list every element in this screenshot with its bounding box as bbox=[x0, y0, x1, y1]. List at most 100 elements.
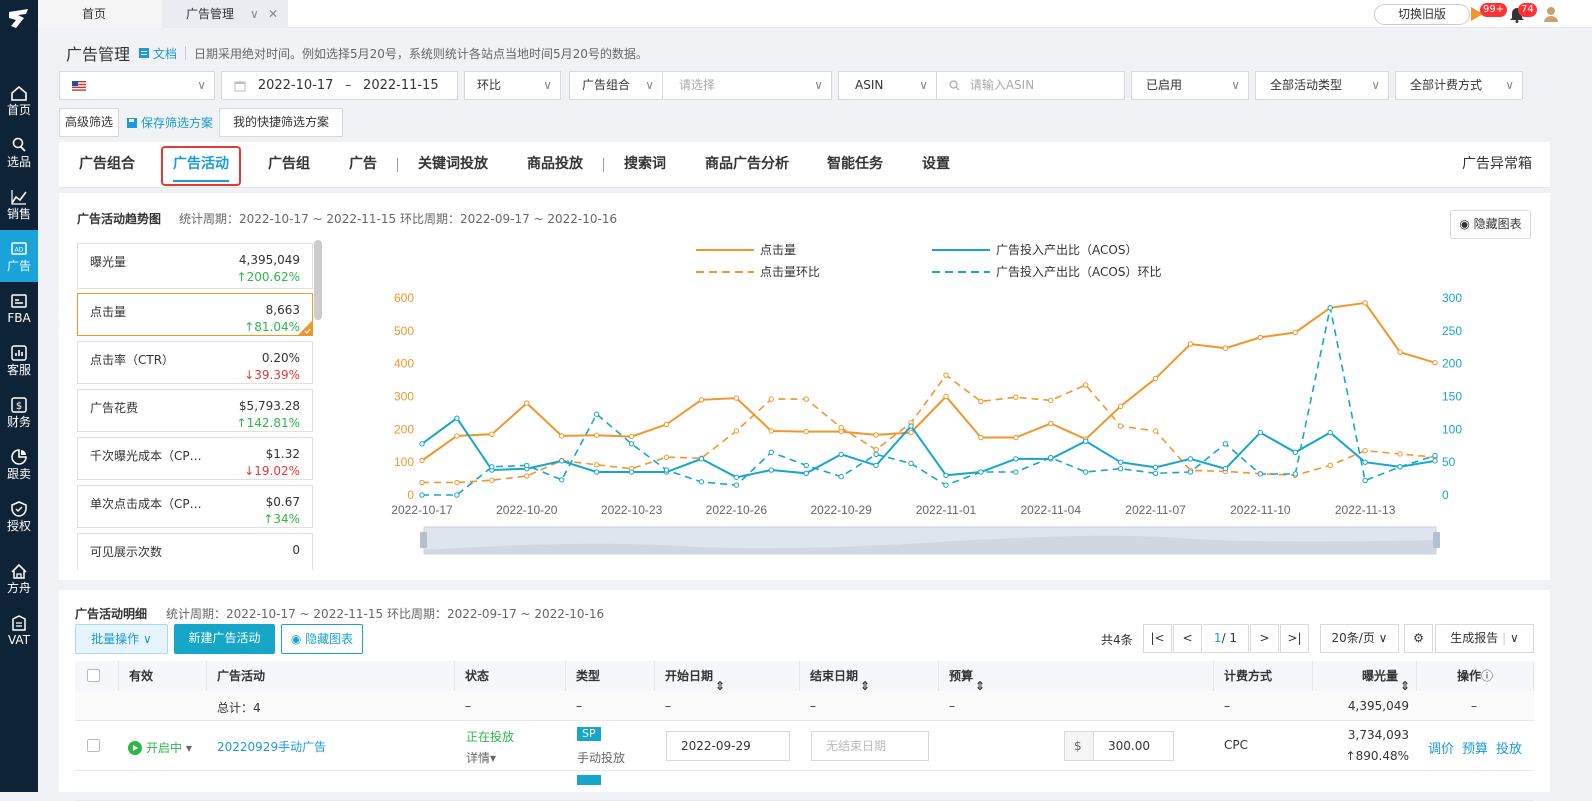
data-point bbox=[489, 464, 495, 470]
last-page-button[interactable]: >| bbox=[1280, 624, 1309, 653]
row-checkbox[interactable] bbox=[87, 739, 100, 752]
hide-chart-button[interactable]: ◉ 隐藏图表 bbox=[1450, 210, 1531, 239]
billing-type-select[interactable]: 全部计费方式 ∨ bbox=[1395, 71, 1523, 100]
status-select[interactable]: 已启用 ∨ bbox=[1131, 71, 1249, 100]
x-tick-label: 2022-11-13 bbox=[1335, 503, 1396, 517]
anomaly-box-link[interactable]: 广告异常箱 bbox=[1462, 142, 1532, 188]
valid-toggle[interactable]: 开启中 ▾ bbox=[128, 739, 192, 756]
data-point bbox=[628, 433, 635, 440]
metric-card[interactable]: 曝光量 4,395,049 ↑200.62% bbox=[77, 243, 313, 289]
data-point bbox=[524, 473, 530, 479]
chevron-down-icon: ∨ bbox=[814, 78, 823, 92]
prev-page-button[interactable]: < bbox=[1173, 624, 1202, 653]
settings-button[interactable]: ⚙ bbox=[1404, 624, 1433, 653]
campaign-name-link[interactable]: 20220929手动广告 bbox=[217, 738, 326, 755]
sort-icon: ⇕ bbox=[1400, 678, 1411, 693]
data-point bbox=[1152, 470, 1159, 477]
asin-type-select[interactable]: ASIN ∨ bbox=[838, 71, 937, 100]
targeting-link[interactable]: 投放 bbox=[1496, 738, 1522, 757]
avatar[interactable] bbox=[1542, 5, 1560, 23]
budget-link[interactable]: 预算 bbox=[1462, 738, 1488, 757]
tab-5[interactable]: 商品投放 bbox=[527, 142, 583, 188]
tab-6[interactable]: 搜索词 bbox=[624, 142, 666, 188]
chevron-down-icon: ∨ bbox=[1505, 78, 1514, 92]
col-impressions[interactable]: 曝光量⇕ bbox=[1313, 661, 1417, 693]
summary-dash: – bbox=[949, 699, 955, 713]
table-row[interactable]: 开启中 ▾ 20220929手动广告 正在投放 详情▾ SP 手动投放 2022-… bbox=[75, 721, 1534, 771]
x-tick-label: 2022-10-23 bbox=[601, 503, 663, 517]
page-indicator[interactable]: 1/ 1 bbox=[1203, 624, 1249, 653]
next-page-button[interactable]: > bbox=[1250, 624, 1279, 653]
metric-value: 0 bbox=[292, 543, 300, 557]
sort-icon: ⇕ bbox=[860, 678, 871, 693]
metric-value: $0.67 bbox=[265, 495, 300, 509]
asin-search-input[interactable]: 请输入ASIN bbox=[936, 71, 1125, 100]
valid-label: 开启中 bbox=[146, 741, 183, 755]
series-line-0 bbox=[421, 301, 1436, 462]
data-point bbox=[1257, 334, 1264, 341]
metric-scrollbar[interactable] bbox=[314, 240, 322, 320]
x-tick-label: 2022-10-29 bbox=[810, 503, 872, 517]
generate-report-button[interactable]: 生成报告 | ∨ bbox=[1435, 624, 1534, 653]
col-budget[interactable]: 预算⇕ bbox=[939, 661, 1214, 693]
metric-card[interactable]: 单次点击成本（CP… $0.67 ↑34% bbox=[77, 485, 313, 528]
activity-type-select[interactable]: 全部活动类型 ∨ bbox=[1255, 71, 1389, 100]
status-value: 已启用 bbox=[1146, 78, 1183, 92]
group-select[interactable]: 请选择 ∨ bbox=[662, 71, 832, 100]
budget-input[interactable]: 300.00 bbox=[1093, 731, 1174, 761]
summary-impressions: 4,395,049 bbox=[1347, 699, 1409, 713]
data-point bbox=[454, 479, 460, 486]
metric-card[interactable]: 点击率（CTR） 0.20% ↓39.39% bbox=[77, 341, 313, 384]
tab-7[interactable]: 商品广告分析 bbox=[705, 142, 789, 188]
group-type-select[interactable]: 广告组合 ∨ bbox=[569, 71, 663, 100]
bell-icon[interactable]: 74 bbox=[1508, 3, 1537, 23]
data-point bbox=[1292, 471, 1298, 477]
col-start-date[interactable]: 开始日期⇕ bbox=[655, 661, 800, 693]
tab-8[interactable]: 智能任务 bbox=[827, 142, 883, 188]
page-size-select[interactable]: 20条/页 ∨ bbox=[1320, 624, 1399, 653]
bell-badge: 74 bbox=[1518, 3, 1537, 17]
start-date-input[interactable]: 2022-09-29 bbox=[666, 731, 790, 761]
data-point bbox=[978, 398, 984, 405]
page-current: 1 bbox=[1213, 631, 1222, 645]
col-start-date-label: 开始日期 bbox=[665, 669, 714, 683]
metric-card[interactable]: 点击量 8,663 ↑81.04% bbox=[77, 293, 313, 336]
tab-3[interactable]: 广告 bbox=[349, 142, 377, 188]
nav-item-label: VAT bbox=[7, 632, 31, 647]
data-point bbox=[1222, 466, 1229, 472]
tab-9[interactable]: 设置 bbox=[922, 142, 950, 188]
data-point bbox=[768, 467, 775, 473]
series-line-3 bbox=[422, 307, 1436, 496]
batch-operation-button[interactable]: 批量操作 ∨ bbox=[75, 624, 168, 654]
hide-chart-button-2[interactable]: ◉ 隐藏图表 bbox=[281, 624, 363, 654]
data-point bbox=[1397, 349, 1403, 355]
tab-4[interactable]: 关键词投放 bbox=[418, 142, 488, 188]
switch-old-version-button[interactable]: 切换旧版 bbox=[1374, 4, 1470, 25]
data-point bbox=[1187, 341, 1194, 347]
metric-card[interactable]: 可见展示次数 0 bbox=[77, 533, 313, 570]
data-point bbox=[454, 433, 460, 439]
data-point bbox=[803, 470, 809, 477]
data-point bbox=[838, 424, 844, 431]
flag-icon[interactable]: 99+ bbox=[1468, 3, 1508, 23]
new-campaign-button[interactable]: 新建广告活动 bbox=[174, 624, 275, 654]
select-all-checkbox[interactable] bbox=[87, 669, 100, 682]
table-row[interactable] bbox=[75, 771, 1534, 801]
y-right-tick-label: 200 bbox=[1442, 357, 1462, 371]
first-page-button[interactable]: |< bbox=[1143, 624, 1172, 653]
metric-change: ↑81.04% bbox=[244, 320, 300, 334]
detail-dropdown[interactable]: 详情▾ bbox=[466, 749, 496, 766]
end-date-input[interactable]: 无结束日期 bbox=[811, 731, 929, 761]
group-placeholder: 请选择 bbox=[679, 78, 716, 92]
col-end-date[interactable]: 结束日期⇕ bbox=[800, 661, 939, 693]
adjust-price-link[interactable]: 调价 bbox=[1428, 738, 1454, 757]
data-point bbox=[593, 411, 600, 417]
data-point bbox=[1117, 403, 1124, 410]
data-point bbox=[1152, 464, 1159, 471]
metric-card[interactable]: 广告花费 $5,793.28 ↑142.81% bbox=[77, 389, 313, 432]
metric-change: ↑200.62% bbox=[236, 270, 300, 284]
data-point bbox=[1257, 429, 1264, 436]
nav-item-10[interactable]: VAT bbox=[0, 604, 38, 656]
metric-card[interactable]: 千次曝光成本（CP… $1.32 ↓19.02% bbox=[77, 437, 313, 480]
compare-select[interactable]: 环比 ∨ bbox=[464, 71, 561, 100]
